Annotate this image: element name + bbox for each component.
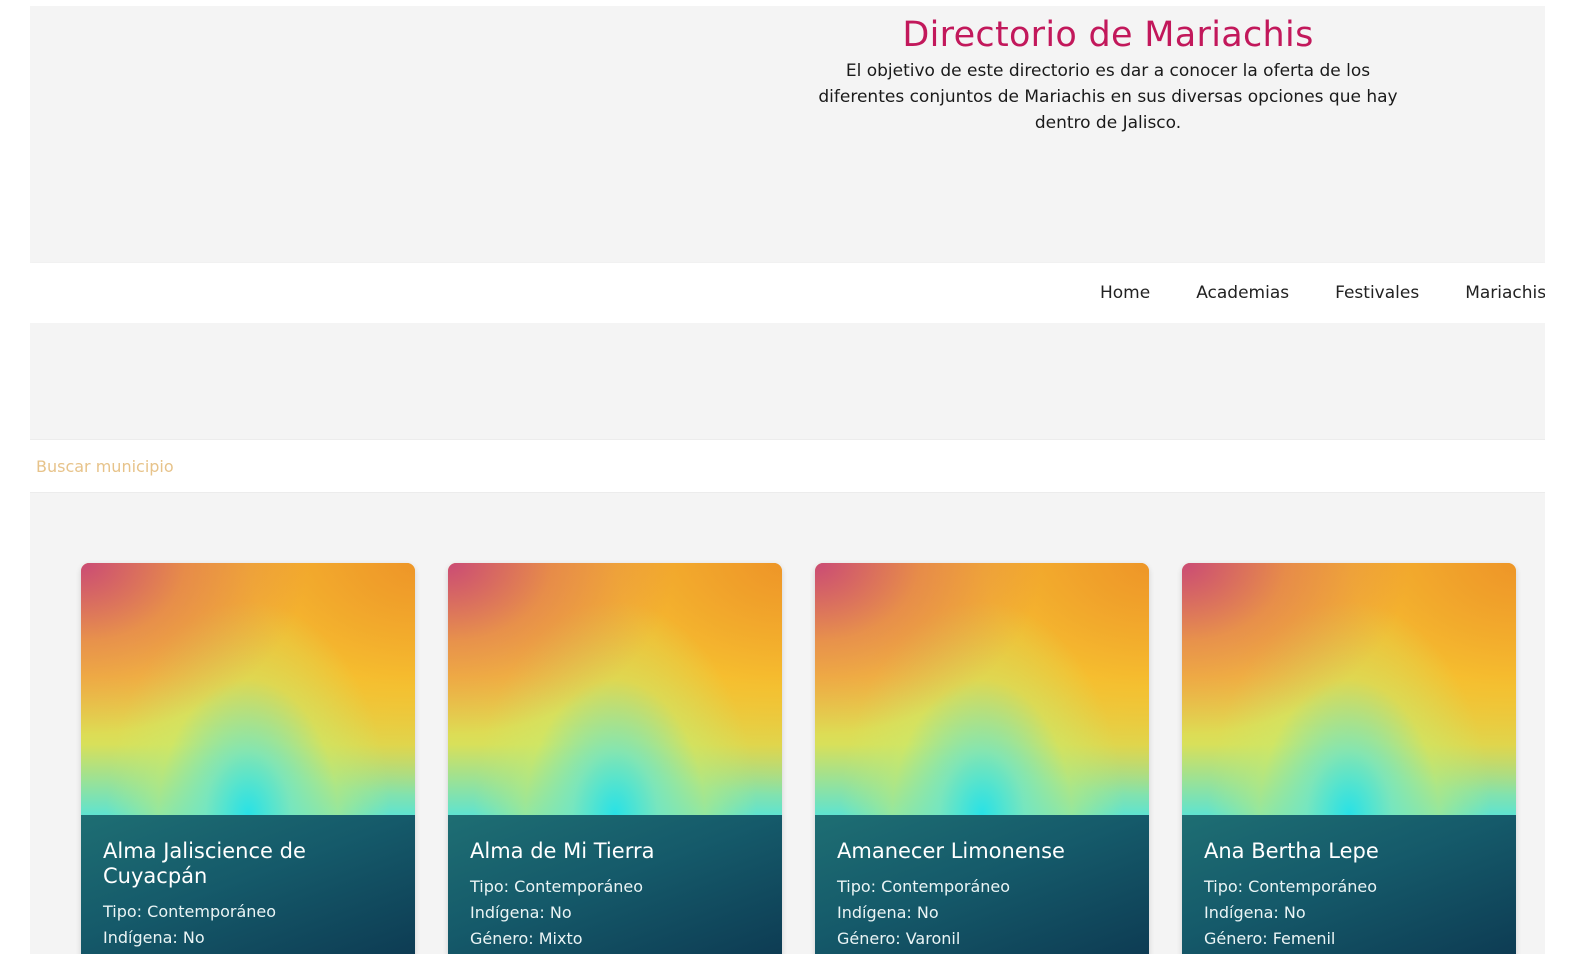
spacer-band — [30, 323, 1545, 438]
nav-item-home[interactable]: Home — [1100, 283, 1150, 303]
card-info: Alma Jaliscience de Cuyacpán Tipo: Conte… — [81, 815, 415, 954]
card-genero: Género: Varonil — [837, 929, 961, 948]
card-image — [81, 563, 415, 815]
nav-item-festivales[interactable]: Festivales — [1335, 283, 1419, 303]
card-info: Alma de Mi Tierra Tipo: Contemporáneo In… — [448, 815, 782, 954]
search-input[interactable] — [34, 448, 1528, 484]
page-description: El objetivo de este directorio es dar a … — [818, 61, 1398, 133]
nav-menu: Home Academias Festivales Mariachis — [1100, 263, 1545, 323]
card-info: Ana Bertha Lepe Tipo: Contemporáneo Indí… — [1182, 815, 1516, 954]
card-indigena: Indígena: No — [470, 903, 572, 922]
page: Directorio de Mariachis El objetivo de e… — [30, 6, 1545, 954]
mariachi-card[interactable]: Alma de Mi Tierra Tipo: Contemporáneo In… — [448, 563, 782, 954]
card-tipo: Tipo: Contemporáneo — [470, 877, 644, 896]
mariachi-card[interactable]: Ana Bertha Lepe Tipo: Contemporáneo Indí… — [1182, 563, 1516, 954]
nav-item-mariachis[interactable]: Mariachis — [1465, 283, 1545, 303]
card-genero: Género: Mixto — [470, 929, 583, 948]
card-tipo: Tipo: Contemporáneo — [1204, 877, 1378, 896]
mariachi-card[interactable]: Amanecer Limonense Tipo: Contemporáneo I… — [815, 563, 1149, 954]
page-title: Directorio de Mariachis — [902, 15, 1314, 55]
card-tipo: Tipo: Contemporáneo — [103, 902, 277, 921]
card-indigena: Indígena: No — [103, 928, 205, 947]
card-indigena: Indígena: No — [837, 903, 939, 922]
card-grid: Alma Jaliscience de Cuyacpán Tipo: Conte… — [81, 563, 1521, 954]
card-genero: Género: Femenil — [1204, 929, 1336, 948]
card-title: Alma Jaliscience de Cuyacpán — [103, 839, 306, 888]
nav-item-academias[interactable]: Academias — [1196, 283, 1289, 303]
card-title: Alma de Mi Tierra — [470, 839, 655, 863]
card-image — [448, 563, 782, 815]
card-indigena: Indígena: No — [1204, 903, 1306, 922]
card-image — [1182, 563, 1516, 815]
mariachi-card[interactable]: Alma Jaliscience de Cuyacpán Tipo: Conte… — [81, 563, 415, 954]
card-info: Amanecer Limonense Tipo: Contemporáneo I… — [815, 815, 1149, 954]
card-image — [815, 563, 1149, 815]
card-title: Amanecer Limonense — [837, 839, 1065, 863]
card-tipo: Tipo: Contemporáneo — [837, 877, 1011, 896]
card-title: Ana Bertha Lepe — [1204, 839, 1379, 863]
hero-header: Directorio de Mariachis El objetivo de e… — [30, 6, 1545, 262]
navbar: Home Academias Festivales Mariachis — [30, 263, 1545, 323]
search-bar — [30, 439, 1545, 493]
